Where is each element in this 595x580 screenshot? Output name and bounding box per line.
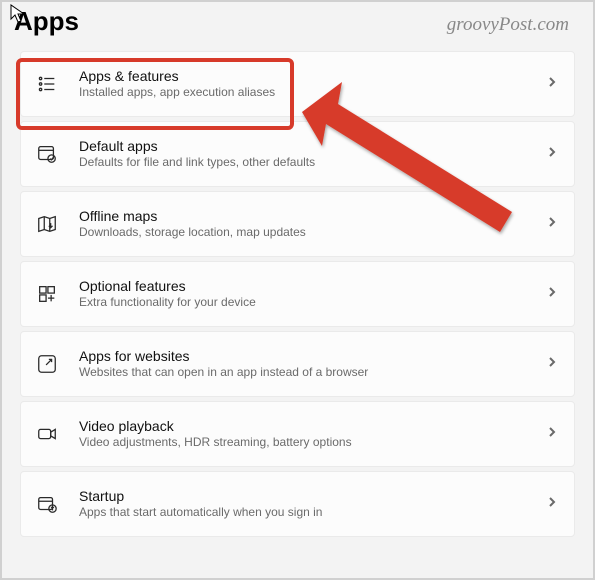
item-text: Apps for websites Websites that can open… [79,348,546,381]
chevron-right-icon [546,145,558,163]
page-title: Apps [14,6,79,37]
item-subtitle: Installed apps, app execution aliases [79,85,546,101]
item-default-apps[interactable]: Default apps Defaults for file and link … [20,121,575,187]
offline-maps-icon [33,210,61,238]
chevron-right-icon [546,285,558,303]
item-subtitle: Extra functionality for your device [79,295,546,311]
item-video-playback[interactable]: Video playback Video adjustments, HDR st… [20,401,575,467]
optional-features-icon [33,280,61,308]
item-subtitle: Defaults for file and link types, other … [79,155,546,171]
item-subtitle: Video adjustments, HDR streaming, batter… [79,435,546,451]
chevron-right-icon [546,495,558,513]
apps-features-icon [33,70,61,98]
item-text: Video playback Video adjustments, HDR st… [79,418,546,451]
item-text: Default apps Defaults for file and link … [79,138,546,171]
item-text: Optional features Extra functionality fo… [79,278,546,311]
item-startup[interactable]: Startup Apps that start automatically wh… [20,471,575,537]
default-apps-icon [33,140,61,168]
settings-list: Apps & features Installed apps, app exec… [2,51,593,537]
chevron-right-icon [546,75,558,93]
item-text: Startup Apps that start automatically wh… [79,488,546,521]
chevron-right-icon [546,425,558,443]
item-optional-features[interactable]: Optional features Extra functionality fo… [20,261,575,327]
item-subtitle: Websites that can open in an app instead… [79,365,546,381]
item-apps-for-websites[interactable]: Apps for websites Websites that can open… [20,331,575,397]
item-title: Apps for websites [79,348,546,364]
video-playback-icon [33,420,61,448]
item-offline-maps[interactable]: Offline maps Downloads, storage location… [20,191,575,257]
watermark: groovyPost.com [447,14,569,36]
item-title: Video playback [79,418,546,434]
item-subtitle: Apps that start automatically when you s… [79,505,546,521]
chevron-right-icon [546,355,558,373]
chevron-right-icon [546,215,558,233]
startup-icon [33,490,61,518]
item-apps-and-features[interactable]: Apps & features Installed apps, app exec… [20,51,575,117]
item-text: Apps & features Installed apps, app exec… [79,68,546,101]
item-title: Startup [79,488,546,504]
item-text: Offline maps Downloads, storage location… [79,208,546,241]
item-subtitle: Downloads, storage location, map updates [79,225,546,241]
item-title: Default apps [79,138,546,154]
item-title: Apps & features [79,68,546,84]
item-title: Optional features [79,278,546,294]
apps-for-websites-icon [33,350,61,378]
item-title: Offline maps [79,208,546,224]
header: Apps groovyPost.com [2,2,593,51]
